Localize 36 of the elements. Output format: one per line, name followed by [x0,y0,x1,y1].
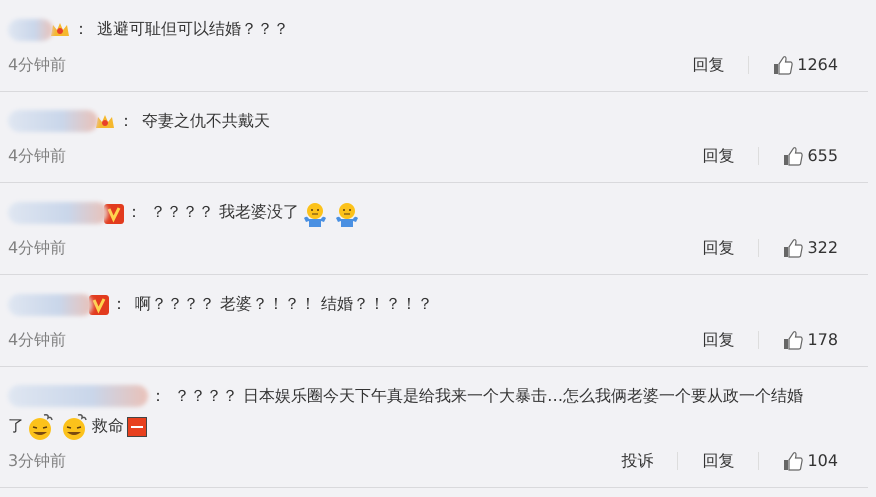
blurred-username [8,18,53,41]
like-button[interactable]: 655 [783,144,838,168]
thumbs-up-icon [783,451,804,472]
reply-link[interactable]: 回复 [702,328,734,352]
comment-text: 逃避可耻但可以结婚？？？ [97,19,289,38]
dizzy-emoji-icon [61,411,89,442]
comment-text: 夺妻之仇不共戴天 [142,110,270,130]
report-link[interactable]: 投诉 [621,449,654,474]
comment-text: 了 [8,416,24,434]
thumbs-up-icon [783,330,804,350]
like-button[interactable]: 178 [783,328,838,352]
reply-link[interactable]: 回复 [692,52,724,77]
colon-text: ： [73,19,89,38]
dizzy-emoji-icon [27,411,55,442]
colon-text: ： [150,386,166,404]
thumbs-up-icon [783,238,804,258]
comment-text: 啊？？？？ 老婆？！？！ 结婚？！？！？ [135,294,434,313]
colon-text: ： [126,202,142,222]
reply-link[interactable]: 回复 [702,144,734,168]
timestamp: 4分钟前 [8,145,66,168]
thumbs-up-icon [773,54,794,75]
reply-link[interactable]: 回复 [702,449,734,474]
like-button[interactable]: 104 [783,449,838,474]
reply-link[interactable]: 回复 [702,236,734,260]
comment-text: ？？？？ 日本娱乐圈今天下午真是给我来一个大暴击…怎么我俩老婆一个要从政一个结婚 [174,386,804,404]
comment-text: 救命 [92,416,124,434]
like-button[interactable]: 1264 [773,52,838,77]
timestamp: 4分钟前 [8,54,66,76]
colon-text: ： [111,294,127,313]
timestamp: 4分钟前 [8,328,66,350]
timestamp: 3分钟前 [8,450,66,472]
comment-text: ？？？？ 我老婆没了 [150,202,300,222]
colon-text: ： [118,110,134,130]
like-button[interactable]: 322 [783,236,838,260]
thumbs-up-icon [783,146,804,166]
timestamp: 4分钟前 [8,236,66,259]
